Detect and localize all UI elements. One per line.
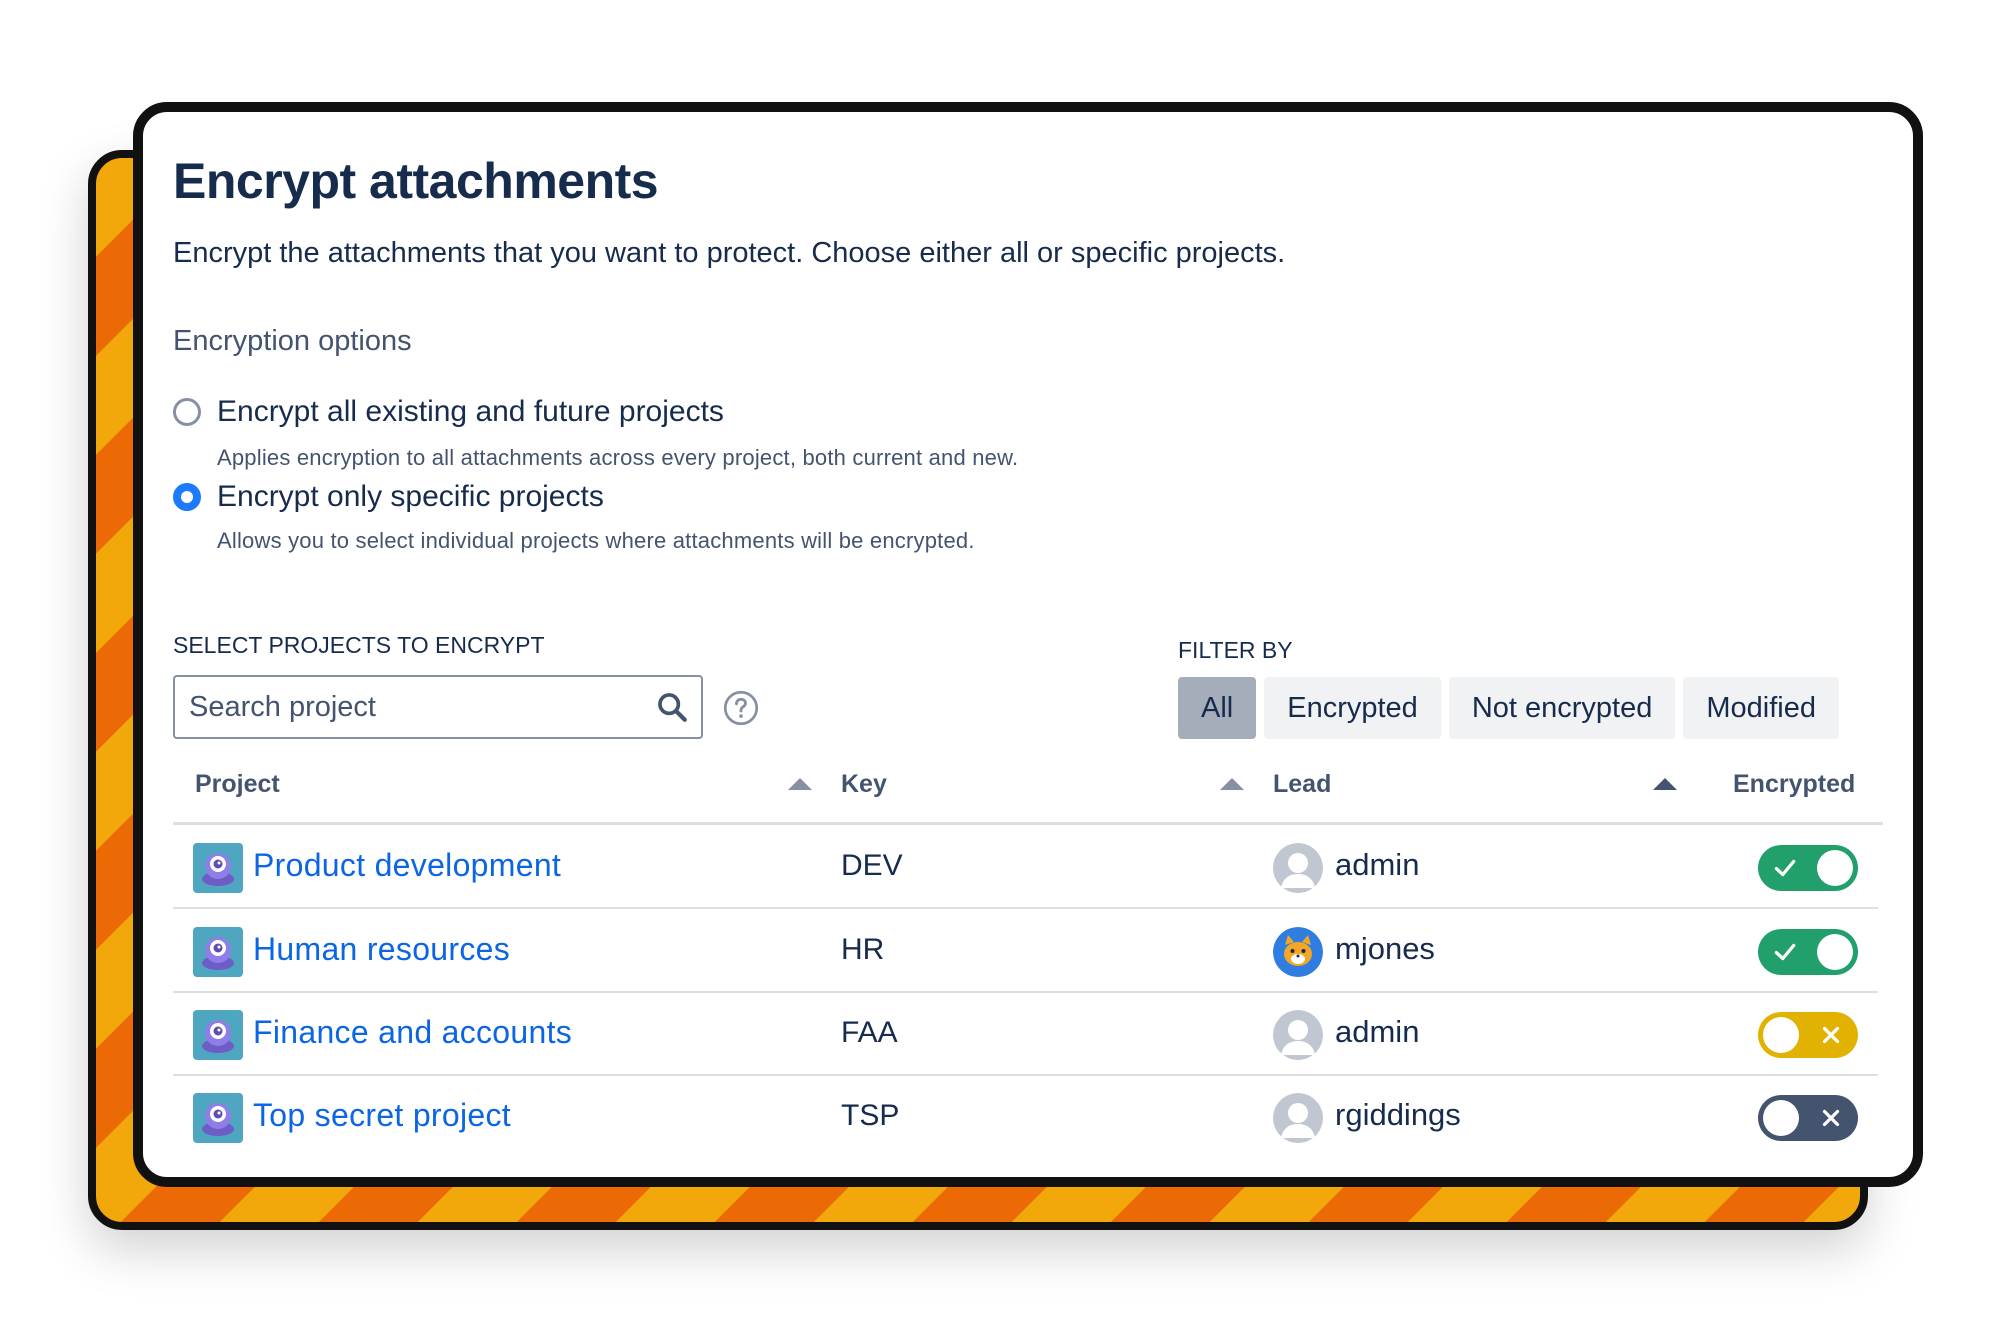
radio-encrypt-specific[interactable]: Encrypt only specific projects	[173, 480, 604, 514]
encryption-toggle[interactable]	[1758, 845, 1858, 891]
search-field[interactable]	[173, 675, 703, 739]
encryption-toggle[interactable]	[1758, 929, 1858, 975]
radio-label: Encrypt all existing and future projects	[217, 395, 724, 428]
filter-by-label: FILTER BY	[1178, 637, 1293, 663]
project-key: HR	[841, 933, 885, 966]
radio-button-checked[interactable]	[173, 483, 201, 511]
sort-arrow-icon[interactable]	[788, 778, 812, 790]
column-header-project[interactable]: Project	[195, 770, 280, 799]
page-title: Encrypt attachments	[173, 153, 659, 209]
radio-label: Encrypt only specific projects	[217, 480, 604, 513]
lead-name[interactable]: rgiddings	[1335, 1097, 1461, 1133]
radio-encrypt-all[interactable]: Encrypt all existing and future projects	[173, 395, 724, 429]
table-row: Top secret project TSP rgiddings	[173, 1075, 1878, 1157]
project-avatar-icon	[193, 1010, 243, 1060]
toggle-knob	[1763, 1017, 1799, 1053]
lead-name[interactable]: admin	[1335, 1014, 1419, 1050]
encrypt-attachments-panel: Encrypt attachments Encrypt the attachme…	[133, 102, 1923, 1187]
sort-arrow-icon[interactable]	[1653, 778, 1677, 790]
project-link[interactable]: Human resources	[253, 931, 510, 968]
check-icon	[1774, 943, 1796, 961]
toggle-knob	[1763, 1100, 1799, 1136]
project-link[interactable]: Product development	[253, 847, 561, 884]
table-row: Human resources HR mjones	[173, 909, 1878, 993]
question-circle-icon[interactable]	[723, 690, 759, 726]
select-projects-label: SELECT PROJECTS TO ENCRYPT	[173, 632, 545, 658]
search-input[interactable]	[187, 689, 655, 725]
encryption-toggle[interactable]	[1758, 1012, 1858, 1058]
close-icon	[1822, 1026, 1840, 1044]
default-user-avatar-icon	[1273, 843, 1323, 893]
filter-encrypted-button[interactable]: Encrypted	[1264, 677, 1441, 739]
default-user-avatar-icon	[1273, 1010, 1323, 1060]
table-row: Product development DEV admin	[173, 825, 1878, 909]
project-avatar-icon	[193, 1093, 243, 1143]
table-header: Project Key Lead Encrypted	[173, 760, 1883, 825]
project-avatar-icon	[193, 927, 243, 977]
filter-all-button[interactable]: All	[1178, 677, 1257, 739]
close-icon	[1822, 1109, 1840, 1127]
project-key: TSP	[841, 1099, 900, 1132]
table-row: Finance and accounts FAA admin	[173, 992, 1878, 1076]
check-icon	[1774, 859, 1796, 877]
toggle-knob	[1817, 934, 1853, 970]
encryption-toggle[interactable]	[1758, 1095, 1858, 1141]
column-header-lead[interactable]: Lead	[1273, 770, 1331, 799]
radio-hint: Allows you to select individual projects…	[217, 528, 975, 553]
project-link[interactable]: Top secret project	[253, 1097, 511, 1134]
lead-name[interactable]: admin	[1335, 847, 1419, 883]
search-icon[interactable]	[655, 690, 689, 724]
toggle-knob	[1817, 850, 1853, 886]
page-description: Encrypt the attachments that you want to…	[173, 237, 1286, 269]
project-avatar-icon	[193, 843, 243, 893]
default-user-avatar-icon	[1273, 1093, 1323, 1143]
encryption-options-heading: Encryption options	[173, 325, 412, 357]
filter-modified-button[interactable]: Modified	[1683, 677, 1839, 739]
column-header-key[interactable]: Key	[841, 770, 887, 799]
filter-not-encrypted-button[interactable]: Not encrypted	[1448, 677, 1676, 739]
lead-name[interactable]: mjones	[1335, 931, 1435, 967]
column-header-encrypted: Encrypted	[1733, 770, 1856, 798]
radio-button[interactable]	[173, 398, 201, 426]
project-key: DEV	[841, 849, 903, 882]
radio-hint: Applies encryption to all attachments ac…	[217, 445, 1019, 470]
cat-avatar-icon	[1273, 927, 1323, 977]
filter-button-group: All Encrypted Not encrypted Modified	[1178, 677, 1839, 739]
project-link[interactable]: Finance and accounts	[253, 1014, 572, 1051]
sort-arrow-icon[interactable]	[1220, 778, 1244, 790]
project-key: FAA	[841, 1016, 898, 1049]
